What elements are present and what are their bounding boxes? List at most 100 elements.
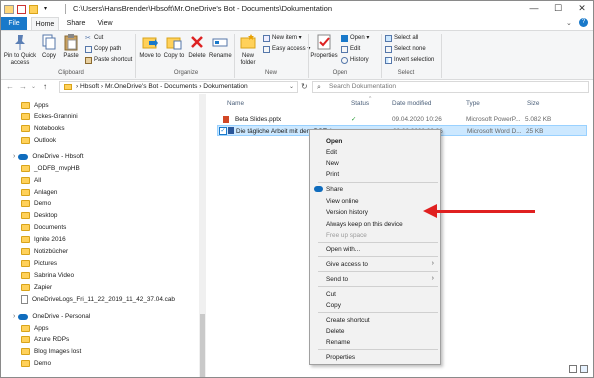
paste-shortcut-button[interactable]: Paste shortcut [85,56,132,64]
up-button[interactable]: ↑ [43,81,47,93]
search-input[interactable]: ⌕ Search Dokumentation [312,81,589,93]
sidebar-item[interactable]: Eckes-Grannini [21,111,78,122]
easy-access-button[interactable]: Easy access ▾ [263,45,310,53]
history-button[interactable]: History [341,56,369,64]
edit-button[interactable]: Edit [341,45,360,53]
menu-item-version-history[interactable]: Version history [326,208,368,217]
expand-chevron-icon[interactable]: › [13,311,15,322]
menu-item-share[interactable]: Share [326,185,343,194]
sidebar-item[interactable]: Desktop [21,210,57,221]
ribbon-collapse-icon[interactable]: ⌄ [566,19,572,27]
large-icons-view-icon[interactable] [580,365,588,373]
details-view-icon[interactable] [569,365,577,373]
sidebar-item[interactable]: Notizbücher [21,246,68,257]
sidebar-item[interactable]: Notebooks [21,123,65,134]
qat-dropdown-icon[interactable]: ▾ [41,5,50,14]
move-to-button[interactable]: Move to [139,33,161,60]
sidebar-item[interactable]: Demo [21,358,51,369]
new-folder-button[interactable]: New folder [237,33,259,67]
annotation-arrow-shaft [433,210,535,213]
sidebar-item[interactable]: Demo [21,198,51,209]
select-none-button[interactable]: Select none [385,45,426,53]
menu-item-copy[interactable]: Copy [326,301,341,310]
address-dropdown-icon[interactable]: ⌄ [289,82,294,92]
address-bar[interactable]: › Hbsoft › Mr.OneDrive's Bot - Documents… [59,81,298,93]
new-item-button[interactable]: New item ▾ [263,34,302,42]
row-checkbox[interactable]: ✓ [219,127,227,135]
expand-chevron-icon[interactable]: › [13,151,15,162]
close-button[interactable]: ✕ [571,1,593,17]
menu-item-open-with[interactable]: Open with... [326,245,360,254]
paste-button[interactable]: Paste [61,33,81,60]
sidebar-item[interactable]: › OneDrive - Hbsoft [13,151,84,162]
column-size[interactable]: Size [527,100,539,107]
back-button[interactable]: ← [6,81,14,93]
sidebar-item[interactable]: Apps [21,323,49,334]
menu-item-send-to[interactable]: Send to [326,275,348,284]
folder-icon [4,4,14,14]
forward-button[interactable]: → [19,81,27,93]
minimize-button[interactable]: — [523,1,545,17]
select-all-button[interactable]: Select all [385,34,418,42]
refresh-button[interactable]: ↻ [301,81,308,93]
cut-button[interactable]: ✂ Cut [85,34,103,42]
sidebar-item[interactable]: _ODFB_mvpHB [21,163,80,174]
folder-icon [21,102,30,109]
open-button[interactable]: Open ▾ [341,34,369,42]
rename-button[interactable]: Rename [209,33,232,60]
menu-item-print[interactable]: Print [326,170,339,179]
move-to-icon [142,37,158,49]
column-type[interactable]: Type [466,100,480,107]
menu-item-create-shortcut[interactable]: Create shortcut [326,316,370,325]
copy-path-button[interactable]: Copy path [85,45,121,53]
sidebar-item[interactable]: Anlagen [21,187,57,198]
column-status[interactable]: Status [351,100,369,107]
properties-quick-icon[interactable] [17,4,26,14]
nav-scrollbar-thumb[interactable] [200,314,205,377]
table-row[interactable]: Beta Slides.pptx ✓ 09.04.2020 10:26 Micr… [217,114,587,125]
menu-item-always-keep[interactable]: Always keep on this device [326,220,403,229]
sidebar-item[interactable]: Outlook [21,135,56,146]
copy-button[interactable]: Copy [39,33,59,60]
pin-quick-access-button[interactable]: Pin to Quick access [3,33,37,67]
sidebar-item[interactable]: Sabrina Video [21,270,74,281]
column-name[interactable]: Name [227,100,244,107]
menu-item-give-access[interactable]: Give access to [326,260,368,269]
menu-item-properties[interactable]: Properties [326,353,355,362]
sidebar-item[interactable]: Documents [21,222,66,233]
sidebar-item[interactable]: › OneDrive - Personal [13,311,90,322]
tab-share[interactable]: Share [63,17,89,30]
tab-file[interactable]: File [1,17,27,30]
paste-shortcut-label: Paste shortcut [94,57,133,63]
sidebar-item[interactable]: Ignite 2016 [21,234,66,245]
menu-item-rename[interactable]: Rename [326,338,350,347]
tab-home[interactable]: Home [31,17,59,30]
tab-view[interactable]: View [93,17,117,30]
maximize-button[interactable]: ☐ [547,1,569,17]
sidebar-item[interactable]: Apps [21,100,49,111]
breadcrumb[interactable]: › Hbsoft › Mr.OneDrive's Bot - Documents… [76,83,248,90]
help-icon[interactable]: ? [579,18,588,27]
new-item-label: New item ▾ [272,35,302,41]
file-type: Microsoft PowerP... [466,116,521,123]
sidebar-item[interactable]: Pictures [21,258,57,269]
delete-button[interactable]: Delete [187,33,207,60]
copy-label: Copy [41,53,56,59]
menu-item-delete[interactable]: Delete [326,327,344,336]
sidebar-item[interactable]: Azure RDPs [21,334,69,345]
sidebar-item[interactable]: All [21,175,41,186]
menu-item-open[interactable]: Open [326,137,342,146]
properties-button[interactable]: Properties [309,33,339,60]
copy-to-button[interactable]: Copy to [163,33,185,60]
invert-selection-button[interactable]: Invert selection [385,56,434,64]
sidebar-item[interactable]: Blog Images lost [21,346,81,357]
recent-dropdown-icon[interactable]: ⌄ [31,81,36,93]
menu-item-view-online[interactable]: View online [326,197,359,206]
menu-item-new[interactable]: New [326,159,339,168]
column-date[interactable]: Date modified [392,100,431,107]
menu-item-cut[interactable]: Cut [326,290,336,299]
sidebar-item[interactable]: Zapier [21,282,52,293]
menu-item-edit[interactable]: Edit [326,148,337,157]
new-folder-quick-icon[interactable] [29,4,38,14]
sidebar-item[interactable]: OneDriveLogs_Fri_11_22_2019_11_42_37.04.… [21,294,175,305]
